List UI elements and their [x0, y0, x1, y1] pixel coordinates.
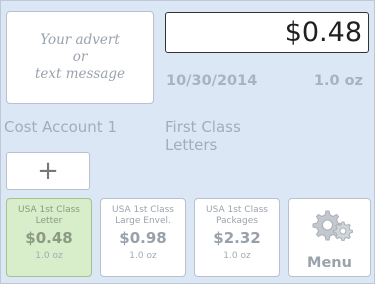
- preset-price: $0.48: [25, 229, 73, 247]
- preset-label-line-2: Packages: [216, 215, 258, 226]
- preset-price: $0.98: [119, 229, 167, 247]
- preset-label-line-1: USA 1st Class: [206, 205, 268, 215]
- preset-weight: 1.0 oz: [223, 251, 251, 261]
- postage-weight: 1.0 oz: [313, 73, 363, 89]
- add-preset-button[interactable]: +: [6, 152, 90, 190]
- preset-label-line-1: USA 1st Class: [112, 205, 174, 215]
- preset-label-line-2: Large Envel.: [115, 215, 171, 226]
- mail-class-label[interactable]: First Class Letters: [165, 118, 285, 154]
- advert-line-3: text message: [34, 66, 126, 82]
- preset-weight: 1.0 oz: [35, 251, 63, 261]
- postage-date: 10/30/2014: [166, 73, 258, 89]
- menu-button[interactable]: Menu: [288, 198, 371, 277]
- advert-line-2: or: [72, 49, 88, 65]
- advert-line-1: Your advert: [40, 32, 120, 48]
- menu-label: Menu: [307, 255, 352, 271]
- cost-account-label[interactable]: Cost Account 1: [4, 118, 117, 136]
- preset-first-class-packages[interactable]: USA 1st Class Packages $2.32 1.0 oz: [194, 198, 280, 277]
- gear-icon: [312, 210, 353, 241]
- preset-first-class-large-envelope[interactable]: USA 1st Class Large Envel. $0.98 1.0 oz: [100, 198, 186, 277]
- preset-price: $2.32: [213, 229, 261, 247]
- postage-amount-display: $0.48: [165, 12, 369, 53]
- preset-label-line-1: USA 1st Class: [18, 205, 80, 215]
- preset-weight: 1.0 oz: [129, 251, 157, 261]
- advert-message-box[interactable]: Your advert or text message: [6, 11, 154, 104]
- preset-label-line-2: Letter: [35, 215, 63, 226]
- preset-first-class-letter[interactable]: USA 1st Class Letter $0.48 1.0 oz: [6, 198, 92, 277]
